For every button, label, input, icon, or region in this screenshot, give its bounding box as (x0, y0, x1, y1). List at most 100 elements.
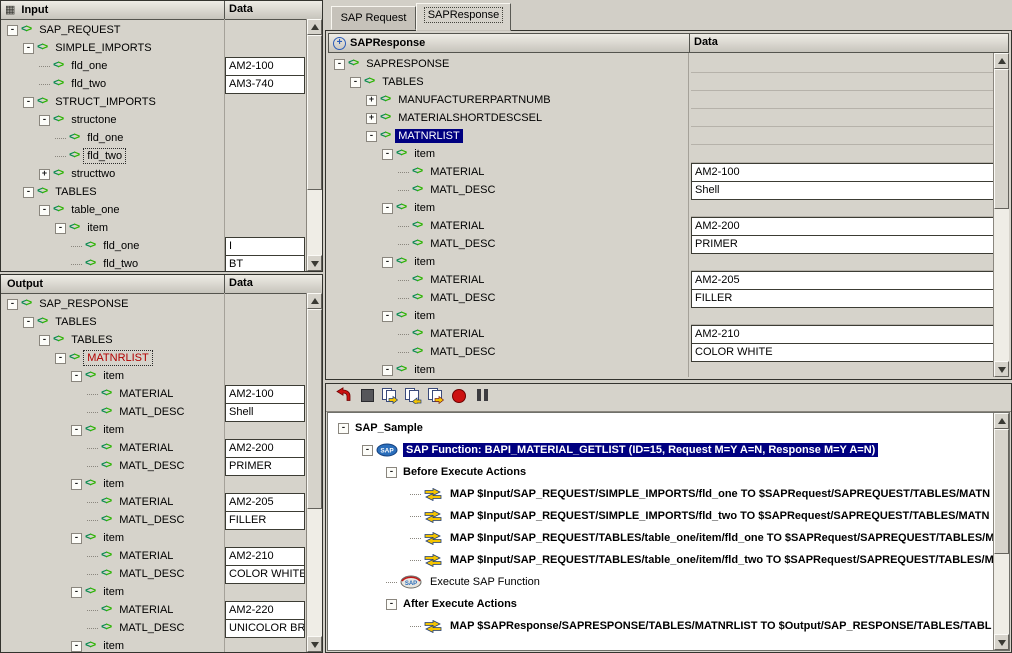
tree-collapse-icon[interactable]: - (382, 310, 393, 322)
data-cell[interactable]: AM2-100 (225, 57, 305, 76)
scroll-up-icon[interactable] (994, 53, 1009, 69)
tree-node-label[interactable]: MATNRLIST (395, 129, 463, 143)
data-cell[interactable]: AM2-100 (225, 385, 305, 404)
tree-node-label[interactable]: MAP $SAPResponse/SAPRESPONSE/TABLES/MATN… (447, 619, 995, 633)
tree-collapse-icon[interactable]: - (338, 422, 349, 434)
tree-collapse-icon[interactable]: - (386, 598, 397, 610)
tree-node-label[interactable]: item (100, 423, 127, 437)
tree-node-label[interactable]: structtwo (68, 167, 118, 181)
tree-node-label[interactable]: item (100, 531, 127, 545)
data-cell[interactable]: BT (225, 255, 305, 271)
tree-node-label[interactable]: item (411, 201, 438, 215)
tree-expand-icon[interactable]: + (39, 168, 50, 180)
scroll-up-icon[interactable] (307, 293, 322, 309)
tree-node-label[interactable]: item (411, 255, 438, 269)
tree-node-label[interactable]: MAP $Input/SAP_REQUEST/TABLES/table_one/… (447, 553, 997, 567)
column-divider[interactable] (224, 275, 225, 293)
tree-expand-icon[interactable]: + (366, 112, 377, 124)
scroll-thumb[interactable] (307, 309, 322, 509)
run-icon[interactable] (334, 387, 354, 407)
data-cell[interactable]: AM3-740 (225, 75, 305, 94)
tree-node-label[interactable]: TABLES (52, 315, 99, 329)
data-cell[interactable]: FILLER (691, 289, 997, 308)
tree-node-label[interactable]: fld_one (68, 59, 110, 73)
tree-collapse-icon[interactable]: - (23, 42, 34, 54)
tree-node-label[interactable]: MATL_DESC (427, 345, 498, 359)
tree-node-label[interactable]: MATERIAL (427, 219, 487, 233)
data-cell[interactable]: AM2-205 (225, 493, 305, 512)
tree-node-label[interactable]: MATL_DESC (116, 405, 187, 419)
map-insert-icon[interactable] (403, 387, 423, 407)
tree-node-label[interactable]: MATERIAL (427, 327, 487, 341)
tree-collapse-icon[interactable]: - (362, 444, 373, 456)
tree-node-label[interactable]: MATL_DESC (116, 567, 187, 581)
tree-node-label[interactable]: SAPRESPONSE (363, 57, 452, 71)
tree-collapse-icon[interactable]: - (71, 424, 82, 436)
scroll-thumb[interactable] (307, 35, 322, 190)
data-cell[interactable]: COLOR WHITE (225, 565, 305, 584)
data-cell[interactable]: AM2-205 (691, 271, 997, 290)
data-cell[interactable]: AM2-200 (225, 439, 305, 458)
tree-collapse-icon[interactable]: - (382, 148, 393, 160)
data-cell[interactable]: PRIMER (691, 235, 997, 254)
tree-node-label[interactable]: MAP $Input/SAP_REQUEST/SIMPLE_IMPORTS/fl… (447, 509, 992, 523)
data-cell[interactable]: UNICOLOR BR (225, 619, 305, 638)
tree-collapse-icon[interactable]: - (71, 640, 82, 652)
data-cell[interactable]: PRIMER (225, 457, 305, 476)
tree-collapse-icon[interactable]: - (71, 532, 82, 544)
tree-collapse-icon[interactable]: - (71, 370, 82, 382)
tree-node-label[interactable]: item (411, 309, 438, 323)
actions-vertical-scrollbar[interactable] (993, 413, 1009, 650)
tree-node-label[interactable]: MATERIAL (116, 603, 176, 617)
tree-collapse-icon[interactable]: - (382, 256, 393, 268)
tree-node-label[interactable]: fld_one (84, 131, 126, 145)
tree-expand-icon[interactable]: + (366, 94, 377, 106)
tree-node-label[interactable]: Execute SAP Function (427, 575, 543, 589)
tree-collapse-icon[interactable]: - (366, 130, 377, 142)
scroll-down-icon[interactable] (307, 636, 322, 652)
record-icon[interactable] (449, 387, 469, 407)
tree-node-label[interactable]: TABLES (52, 185, 99, 199)
scroll-down-icon[interactable] (307, 255, 322, 271)
tree-node-label[interactable]: MATERIAL (116, 441, 176, 455)
tree-node-label[interactable]: MAP $Input/SAP_REQUEST/SIMPLE_IMPORTS/fl… (447, 487, 993, 501)
data-cell[interactable]: COLOR WHITE (691, 343, 997, 362)
tree-node-label[interactable]: TABLES (68, 333, 115, 347)
scroll-up-icon[interactable] (307, 19, 322, 35)
scroll-thumb[interactable] (994, 69, 1009, 209)
tree-collapse-icon[interactable]: - (71, 586, 82, 598)
tree-node-label[interactable]: fld_two (68, 77, 109, 91)
column-divider[interactable] (689, 34, 690, 52)
tree-node-label[interactable]: MATL_DESC (116, 621, 187, 635)
data-cell[interactable]: I (225, 237, 305, 256)
tree-node-label[interactable]: SAP_Sample (352, 421, 426, 435)
tree-node-label[interactable]: MATL_DESC (427, 237, 498, 251)
tree-collapse-icon[interactable]: - (7, 298, 18, 310)
tree-node-label[interactable]: TABLES (379, 75, 426, 89)
scroll-up-icon[interactable] (994, 413, 1009, 429)
tree-node-label[interactable]: table_one (68, 203, 122, 217)
data-cell[interactable]: Shell (691, 181, 997, 200)
tree-collapse-icon[interactable]: - (39, 114, 50, 126)
tree-collapse-icon[interactable]: - (23, 316, 34, 328)
tree-node-label[interactable]: fld_one (100, 239, 142, 253)
data-cell[interactable]: AM2-210 (691, 325, 997, 344)
tree-collapse-icon[interactable]: - (382, 202, 393, 214)
tree-node-label[interactable]: item (411, 147, 438, 161)
tree-node-label[interactable]: MATERIAL (116, 549, 176, 563)
tree-node-label[interactable]: MATL_DESC (427, 183, 498, 197)
tree-node-label[interactable]: MAP $Input/SAP_REQUEST/TABLES/table_one/… (447, 531, 997, 545)
tree-collapse-icon[interactable]: - (55, 352, 66, 364)
tree-node-label[interactable]: Before Execute Actions (400, 465, 529, 479)
tree-node-label[interactable]: MATNRLIST (83, 350, 153, 366)
pause-icon[interactable] (472, 387, 492, 407)
stop-icon[interactable] (357, 387, 377, 407)
tree-collapse-icon[interactable]: - (382, 364, 393, 376)
input-vertical-scrollbar[interactable] (306, 19, 322, 271)
tab-sap-response[interactable]: SAPResponse (416, 3, 511, 31)
tree-node-label[interactable]: After Execute Actions (400, 597, 520, 611)
tree-node-label[interactable]: item (411, 363, 438, 377)
data-cell[interactable]: Shell (225, 403, 305, 422)
data-cell[interactable]: AM2-210 (225, 547, 305, 566)
tree-node-label[interactable]: MATL_DESC (427, 291, 498, 305)
